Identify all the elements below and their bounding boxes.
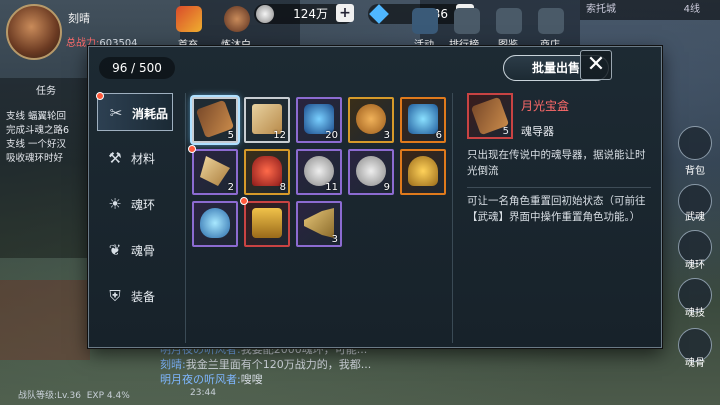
right-menu: 背包 武魂 魂环 魂技 魂骨 — [670, 80, 720, 380]
diamond-icon — [369, 4, 389, 24]
task-line[interactable]: 支线 一个好汉 — [6, 138, 69, 152]
task-panel: 任务 支线 蝠翼轮回 完成斗魂之路6 支线 一个好汉 吸收魂环时好 — [0, 78, 96, 258]
item-slot-moonlight-box[interactable]: 5 — [192, 97, 238, 143]
item-slot-coins-b[interactable]: 9 — [348, 149, 394, 195]
detail-item-description: 只出现在传说中的魂导器，据说能让时光倒流 — [467, 149, 646, 177]
chat-line: 明月夜の听风者:嗖嗖 — [160, 373, 263, 386]
item-slot-blue-orb[interactable]: 20 — [296, 97, 342, 143]
item-slot-gold-chest[interactable] — [240, 197, 290, 247]
item-slot-gold-pile[interactable] — [400, 149, 446, 195]
item-slot-scroll[interactable]: 12 — [244, 97, 290, 143]
detail-item-usage: 可让一名角色重置回初始状态（可前往【武魂】界面中操作重置角色功能。） — [467, 195, 646, 223]
backpack-icon[interactable] — [678, 126, 712, 160]
detail-item-slot: 5 — [467, 93, 513, 139]
item-slot-coins-a[interactable]: 11 — [296, 149, 342, 195]
trumpet-icon — [304, 208, 334, 238]
potion-icon — [200, 208, 230, 238]
silver-coin-icon — [256, 5, 274, 23]
cookie-icon — [356, 104, 386, 134]
player-avatar[interactable] — [6, 4, 62, 60]
detail-item-type: 魂导器 — [521, 125, 554, 138]
notification-dot — [240, 197, 248, 205]
inventory-panel: 96 / 500 批量出售 ✂ 消耗品 ⚒ 材料 ☀ 魂环 ❦ 魂骨 ⛨ 装备 … — [88, 46, 662, 348]
tab-consumables[interactable]: ✂ 消耗品 — [96, 92, 173, 131]
item-slot-fireworks[interactable]: 8 — [244, 149, 290, 195]
character-icon[interactable] — [224, 6, 250, 32]
blue-gem-icon — [408, 104, 438, 134]
minimap-bar[interactable]: 索托城 4线 — [580, 0, 720, 20]
item-slot-cookie[interactable]: 3 — [348, 97, 394, 143]
gold-chest-icon — [252, 208, 282, 238]
zone-name: 索托城 — [586, 4, 616, 15]
tab-materials[interactable]: ⚒ 材料 — [97, 139, 173, 177]
add-silver-button[interactable]: + — [336, 4, 354, 22]
chat-line: 刻晴:我金兰里面有个120万战力的，我都... — [160, 358, 372, 371]
horn-shard-icon — [200, 156, 230, 186]
activity-icon[interactable] — [412, 8, 438, 34]
soul-skill-label: 魂技 — [685, 308, 705, 319]
tab-soul-rings[interactable]: ☀ 魂环 — [97, 185, 173, 223]
task-line: 吸收魂环时好 — [6, 153, 64, 164]
anvil-icon: ⚒ — [108, 149, 122, 167]
armor-icon: ⛨ — [109, 287, 121, 305]
item-slot-trumpet[interactable]: 3 — [296, 201, 342, 247]
gold-pile-icon — [408, 156, 438, 186]
shop-icon[interactable] — [538, 8, 564, 34]
tab-soul-bones[interactable]: ❦ 魂骨 — [97, 231, 173, 269]
sun-ring-icon: ☀ — [108, 195, 122, 213]
bone-icon: ❦ — [108, 241, 122, 259]
category-tabs: ✂ 消耗品 ⚒ 材料 ☀ 魂环 ❦ 魂骨 ⛨ 装备 — [96, 92, 173, 343]
fireworks-icon — [252, 156, 282, 186]
first-charge-icon[interactable] — [176, 6, 202, 32]
task-line[interactable]: 支线 蝠翼轮回 — [6, 110, 69, 124]
item-detail-panel: 5 月光宝盒 魂导器 只出现在传说中的魂导器，据说能让时光倒流 可让一名角色重置… — [467, 93, 657, 343]
backpack-label: 背包 — [685, 166, 705, 177]
detail-item-name: 月光宝盒 — [521, 99, 570, 113]
item-slot-blue-gem[interactable]: 6 — [400, 97, 446, 143]
close-button[interactable]: ✕ — [580, 50, 612, 80]
status-bar: 战队等级:Lv.36 EXP 4.4% 23:44 — [18, 388, 216, 401]
tab-equipment[interactable]: ⛨ 装备 — [97, 277, 173, 315]
server-line: 4线 — [683, 4, 700, 15]
notification-dot — [96, 92, 104, 100]
soul-bone-label: 魂骨 — [685, 358, 705, 369]
item-slot-potion[interactable] — [192, 201, 238, 247]
tools-icon: ✂ — [109, 104, 123, 122]
soul-ring-label: 魂环 — [685, 260, 705, 271]
task-header[interactable]: 任务 — [36, 82, 56, 97]
codex-icon[interactable] — [496, 8, 522, 34]
martial-soul-label: 武魂 — [685, 212, 705, 223]
player-name: 刻晴 — [68, 12, 90, 25]
item-grid: 5 12 20 3 6 2 8 11 9 3 — [185, 93, 453, 343]
item-slot-horn[interactable]: 2 — [188, 145, 238, 195]
task-line: 完成斗魂之路6 — [6, 125, 70, 136]
ranking-icon[interactable] — [454, 8, 480, 34]
coins-icon — [356, 156, 386, 186]
notification-dot — [188, 145, 196, 153]
capacity-pill: 96 / 500 — [99, 57, 175, 79]
divider — [467, 187, 651, 188]
